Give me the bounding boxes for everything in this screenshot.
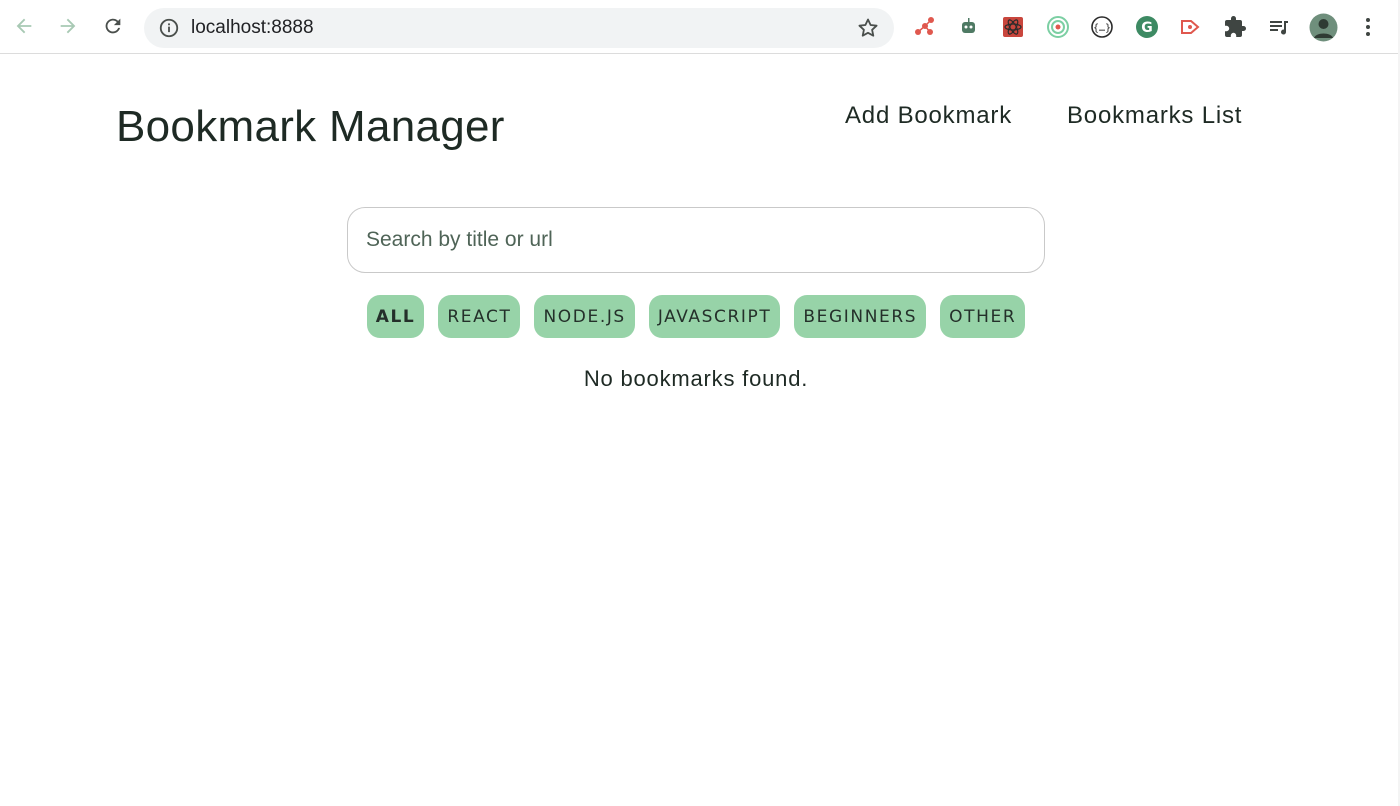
address-bar[interactable]: localhost:8888: [144, 8, 894, 48]
playlist-icon[interactable]: [1267, 15, 1291, 39]
app-page: Bookmark Manager Add Bookmark Bookmarks …: [0, 54, 1400, 806]
page-title: Bookmark Manager: [116, 102, 505, 151]
filter-beginners-chip[interactable]: BEGINNERS: [794, 295, 927, 338]
network-extension-icon[interactable]: [912, 15, 936, 39]
grammarly-icon[interactable]: G: [1135, 15, 1159, 39]
forward-button[interactable]: [55, 13, 81, 39]
url-text[interactable]: localhost:8888: [191, 17, 314, 39]
svg-text:G: G: [1141, 20, 1153, 36]
back-button[interactable]: [11, 13, 37, 39]
arrow-left-icon: [16, 18, 32, 34]
reload-button[interactable]: [100, 13, 126, 39]
category-filters: ALL REACT NODE.JS JAVASCRIPT BEGINNERS O…: [0, 295, 1392, 338]
arrow-right-icon: [60, 18, 76, 34]
browser-toolbar: localhost:8888 {…} G: [0, 0, 1400, 54]
star-icon[interactable]: [856, 16, 880, 40]
empty-state-message: No bookmarks found.: [583, 366, 809, 391]
filter-javascript-chip[interactable]: JAVASCRIPT: [648, 295, 781, 338]
filter-other-chip[interactable]: OTHER: [940, 295, 1026, 338]
filter-nodejs-chip[interactable]: NODE.JS: [534, 295, 635, 338]
reload-icon: [105, 18, 121, 34]
react-devtools-icon[interactable]: [1001, 15, 1025, 39]
robot-extension-icon[interactable]: [957, 15, 981, 39]
target-extension-icon[interactable]: [1046, 15, 1070, 39]
svg-text:{…}: {…}: [1093, 23, 1111, 34]
filter-react-chip[interactable]: REACT: [438, 295, 521, 338]
search-input[interactable]: [347, 207, 1045, 273]
puzzle-icon[interactable]: [1223, 15, 1247, 39]
redux-devtools-icon[interactable]: [1178, 15, 1202, 39]
code-brackets-icon[interactable]: {…}: [1090, 15, 1114, 39]
bookmarks-list-link[interactable]: Bookmarks List: [1067, 102, 1242, 130]
add-bookmark-link[interactable]: Add Bookmark: [845, 102, 1012, 130]
filter-all-chip[interactable]: ALL: [366, 295, 425, 338]
info-icon[interactable]: [158, 17, 180, 39]
profile-avatar[interactable]: [1309, 13, 1338, 42]
more-vert-icon[interactable]: [1356, 15, 1380, 39]
